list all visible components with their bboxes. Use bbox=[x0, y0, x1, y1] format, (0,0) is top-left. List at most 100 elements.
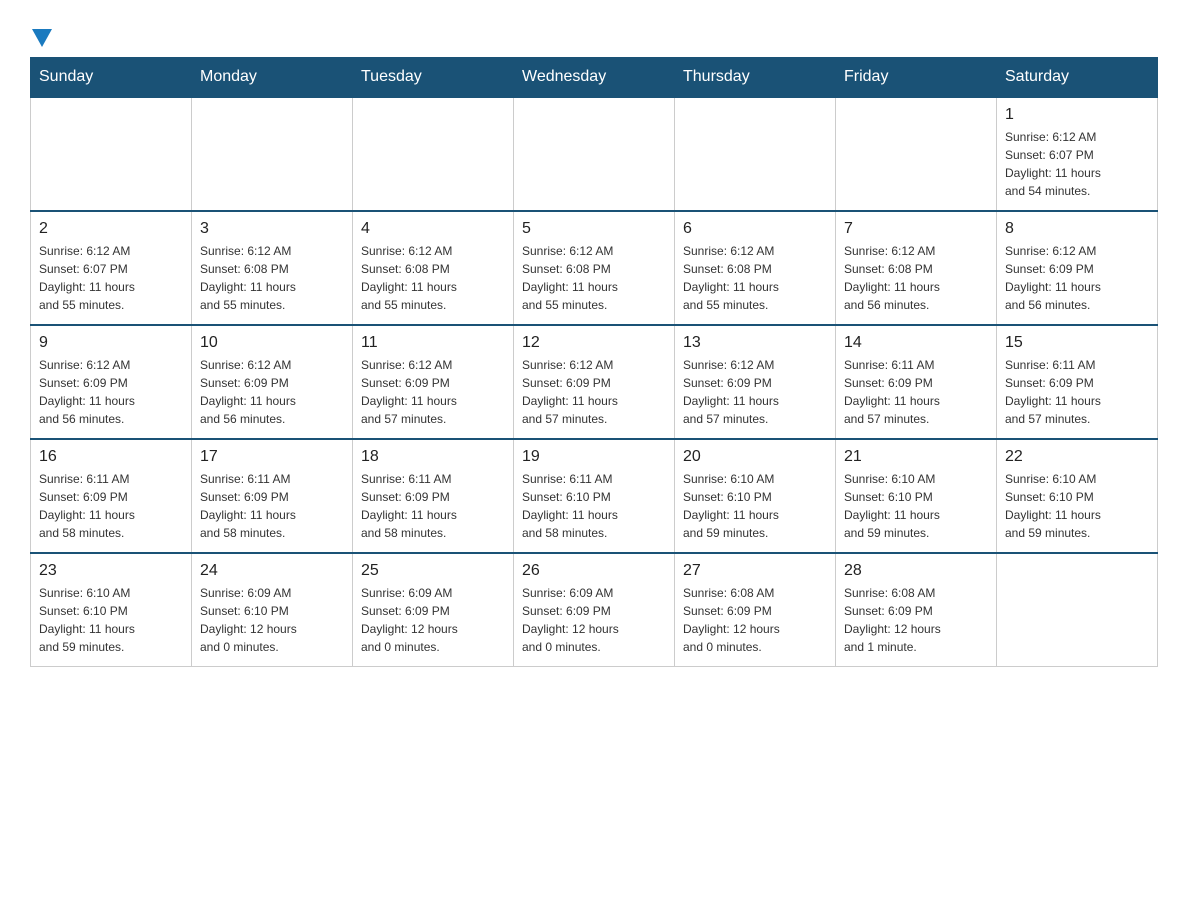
day-info: Sunrise: 6:12 AMSunset: 6:09 PMDaylight:… bbox=[522, 356, 666, 428]
calendar-week-row: 23Sunrise: 6:10 AMSunset: 6:10 PMDayligh… bbox=[31, 553, 1158, 667]
day-info: Sunrise: 6:09 AMSunset: 6:10 PMDaylight:… bbox=[200, 584, 344, 656]
calendar-day-cell: 2 Sunrise: 6:12 AMSunset: 6:07 PMDaylight… bbox=[31, 211, 192, 325]
day-info: Sunrise: 6:12 AMSunset: 6:09 PMDaylight:… bbox=[361, 356, 505, 428]
day-number: 15 bbox=[1005, 334, 1149, 352]
day-number: 14 bbox=[844, 334, 988, 352]
day-info: Sunrise: 6:12 AMSunset: 6:08 PMDaylight:… bbox=[361, 242, 505, 314]
day-number: 17 bbox=[200, 448, 344, 466]
day-info: Sunrise: 6:12 AMSunset: 6:09 PMDaylight:… bbox=[1005, 242, 1149, 314]
calendar-day-header: Wednesday bbox=[514, 58, 675, 98]
day-info: Sunrise: 6:10 AMSunset: 6:10 PMDaylight:… bbox=[844, 470, 988, 542]
calendar-day-cell: 28 Sunrise: 6:08 AMSunset: 6:09 PMDayligh… bbox=[836, 553, 997, 667]
day-info: Sunrise: 6:12 AMSunset: 6:08 PMDaylight:… bbox=[522, 242, 666, 314]
page-header bbox=[30, 20, 1158, 47]
day-number: 27 bbox=[683, 562, 827, 580]
day-info: Sunrise: 6:11 AMSunset: 6:10 PMDaylight:… bbox=[522, 470, 666, 542]
calendar-day-cell bbox=[836, 97, 997, 211]
calendar-day-cell: 27Sunrise: 6:08 AMSunset: 6:09 PMDayligh… bbox=[675, 553, 836, 667]
day-info: Sunrise: 6:12 AMSunset: 6:09 PMDaylight:… bbox=[200, 356, 344, 428]
day-info: Sunrise: 6:12 AMSunset: 6:09 PMDaylight:… bbox=[683, 356, 827, 428]
day-number: 10 bbox=[200, 334, 344, 352]
calendar-week-row: 1 Sunrise: 6:12 AMSunset: 6:07 PMDaylight… bbox=[31, 97, 1158, 211]
day-info: Sunrise: 6:09 AMSunset: 6:09 PMDaylight:… bbox=[522, 584, 666, 656]
calendar-table: SundayMondayTuesdayWednesdayThursdayFrid… bbox=[30, 57, 1158, 667]
day-number: 18 bbox=[361, 448, 505, 466]
day-number: 8 bbox=[1005, 220, 1149, 238]
day-number: 12 bbox=[522, 334, 666, 352]
calendar-day-cell bbox=[997, 553, 1158, 667]
calendar-day-cell bbox=[353, 97, 514, 211]
day-info: Sunrise: 6:10 AMSunset: 6:10 PMDaylight:… bbox=[39, 584, 183, 656]
calendar-day-cell: 13 Sunrise: 6:12 AMSunset: 6:09 PMDayligh… bbox=[675, 325, 836, 439]
day-info: Sunrise: 6:12 AMSunset: 6:08 PMDaylight:… bbox=[844, 242, 988, 314]
calendar-day-cell: 9 Sunrise: 6:12 AMSunset: 6:09 PMDaylight… bbox=[31, 325, 192, 439]
calendar-day-cell: 6Sunrise: 6:12 AMSunset: 6:08 PMDaylight… bbox=[675, 211, 836, 325]
day-info: Sunrise: 6:11 AMSunset: 6:09 PMDaylight:… bbox=[200, 470, 344, 542]
day-number: 2 bbox=[39, 220, 183, 238]
day-info: Sunrise: 6:09 AMSunset: 6:09 PMDaylight:… bbox=[361, 584, 505, 656]
day-number: 4 bbox=[361, 220, 505, 238]
day-number: 11 bbox=[361, 334, 505, 352]
day-number: 28 bbox=[844, 562, 988, 580]
day-info: Sunrise: 6:10 AMSunset: 6:10 PMDaylight:… bbox=[683, 470, 827, 542]
day-info: Sunrise: 6:11 AMSunset: 6:09 PMDaylight:… bbox=[1005, 356, 1149, 428]
calendar-day-cell: 19 Sunrise: 6:11 AMSunset: 6:10 PMDayligh… bbox=[514, 439, 675, 553]
calendar-day-cell bbox=[514, 97, 675, 211]
calendar-week-row: 16 Sunrise: 6:11 AMSunset: 6:09 PMDayligh… bbox=[31, 439, 1158, 553]
logo bbox=[30, 20, 52, 47]
calendar-day-cell: 12 Sunrise: 6:12 AMSunset: 6:09 PMDayligh… bbox=[514, 325, 675, 439]
day-number: 7 bbox=[844, 220, 988, 238]
day-number: 16 bbox=[39, 448, 183, 466]
calendar-day-cell: 24 Sunrise: 6:09 AMSunset: 6:10 PMDayligh… bbox=[192, 553, 353, 667]
calendar-day-header: Saturday bbox=[997, 58, 1158, 98]
day-number: 13 bbox=[683, 334, 827, 352]
calendar-day-cell: 16Sunrise: 6:11 AMSunset: 6:09 PMDayligh… bbox=[31, 439, 192, 553]
day-number: 25 bbox=[361, 562, 505, 580]
day-number: 19 bbox=[522, 448, 666, 466]
day-info: Sunrise: 6:08 AMSunset: 6:09 PMDaylight:… bbox=[844, 584, 988, 656]
day-info: Sunrise: 6:12 AMSunset: 6:08 PMDaylight:… bbox=[200, 242, 344, 314]
day-number: 24 bbox=[200, 562, 344, 580]
calendar-day-header: Thursday bbox=[675, 58, 836, 98]
calendar-day-cell: 26 Sunrise: 6:09 AMSunset: 6:09 PMDayligh… bbox=[514, 553, 675, 667]
day-number: 1 bbox=[1005, 106, 1149, 124]
calendar-day-cell: 21 Sunrise: 6:10 AMSunset: 6:10 PMDayligh… bbox=[836, 439, 997, 553]
day-info: Sunrise: 6:12 AMSunset: 6:08 PMDaylight:… bbox=[683, 242, 827, 314]
calendar-day-cell: 3 Sunrise: 6:12 AMSunset: 6:08 PMDaylight… bbox=[192, 211, 353, 325]
calendar-day-cell: 4 Sunrise: 6:12 AMSunset: 6:08 PMDaylight… bbox=[353, 211, 514, 325]
day-info: Sunrise: 6:12 AMSunset: 6:09 PMDaylight:… bbox=[39, 356, 183, 428]
day-info: Sunrise: 6:12 AMSunset: 6:07 PMDaylight:… bbox=[1005, 128, 1149, 200]
day-number: 20 bbox=[683, 448, 827, 466]
calendar-week-row: 9 Sunrise: 6:12 AMSunset: 6:09 PMDaylight… bbox=[31, 325, 1158, 439]
calendar-day-cell: 18 Sunrise: 6:11 AMSunset: 6:09 PMDayligh… bbox=[353, 439, 514, 553]
calendar-header-row: SundayMondayTuesdayWednesdayThursdayFrid… bbox=[31, 58, 1158, 98]
calendar-day-cell: 22 Sunrise: 6:10 AMSunset: 6:10 PMDayligh… bbox=[997, 439, 1158, 553]
day-number: 9 bbox=[39, 334, 183, 352]
day-info: Sunrise: 6:10 AMSunset: 6:10 PMDaylight:… bbox=[1005, 470, 1149, 542]
calendar-day-header: Friday bbox=[836, 58, 997, 98]
calendar-day-header: Monday bbox=[192, 58, 353, 98]
day-info: Sunrise: 6:11 AMSunset: 6:09 PMDaylight:… bbox=[844, 356, 988, 428]
day-number: 26 bbox=[522, 562, 666, 580]
calendar-day-cell bbox=[31, 97, 192, 211]
day-info: Sunrise: 6:11 AMSunset: 6:09 PMDaylight:… bbox=[361, 470, 505, 542]
day-number: 3 bbox=[200, 220, 344, 238]
calendar-day-cell: 17 Sunrise: 6:11 AMSunset: 6:09 PMDayligh… bbox=[192, 439, 353, 553]
calendar-day-cell: 11 Sunrise: 6:12 AMSunset: 6:09 PMDayligh… bbox=[353, 325, 514, 439]
calendar-day-header: Sunday bbox=[31, 58, 192, 98]
calendar-day-cell: 7 Sunrise: 6:12 AMSunset: 6:08 PMDaylight… bbox=[836, 211, 997, 325]
logo-triangle-icon bbox=[32, 29, 52, 47]
day-number: 21 bbox=[844, 448, 988, 466]
calendar-day-cell bbox=[192, 97, 353, 211]
day-info: Sunrise: 6:12 AMSunset: 6:07 PMDaylight:… bbox=[39, 242, 183, 314]
calendar-day-cell: 1 Sunrise: 6:12 AMSunset: 6:07 PMDaylight… bbox=[997, 97, 1158, 211]
calendar-day-header: Tuesday bbox=[353, 58, 514, 98]
calendar-day-cell: 23Sunrise: 6:10 AMSunset: 6:10 PMDayligh… bbox=[31, 553, 192, 667]
day-number: 5 bbox=[522, 220, 666, 238]
day-number: 22 bbox=[1005, 448, 1149, 466]
calendar-day-cell: 20 Sunrise: 6:10 AMSunset: 6:10 PMDayligh… bbox=[675, 439, 836, 553]
calendar-day-cell: 14 Sunrise: 6:11 AMSunset: 6:09 PMDayligh… bbox=[836, 325, 997, 439]
calendar-week-row: 2 Sunrise: 6:12 AMSunset: 6:07 PMDaylight… bbox=[31, 211, 1158, 325]
calendar-day-cell: 5 Sunrise: 6:12 AMSunset: 6:08 PMDaylight… bbox=[514, 211, 675, 325]
calendar-day-cell: 8 Sunrise: 6:12 AMSunset: 6:09 PMDaylight… bbox=[997, 211, 1158, 325]
